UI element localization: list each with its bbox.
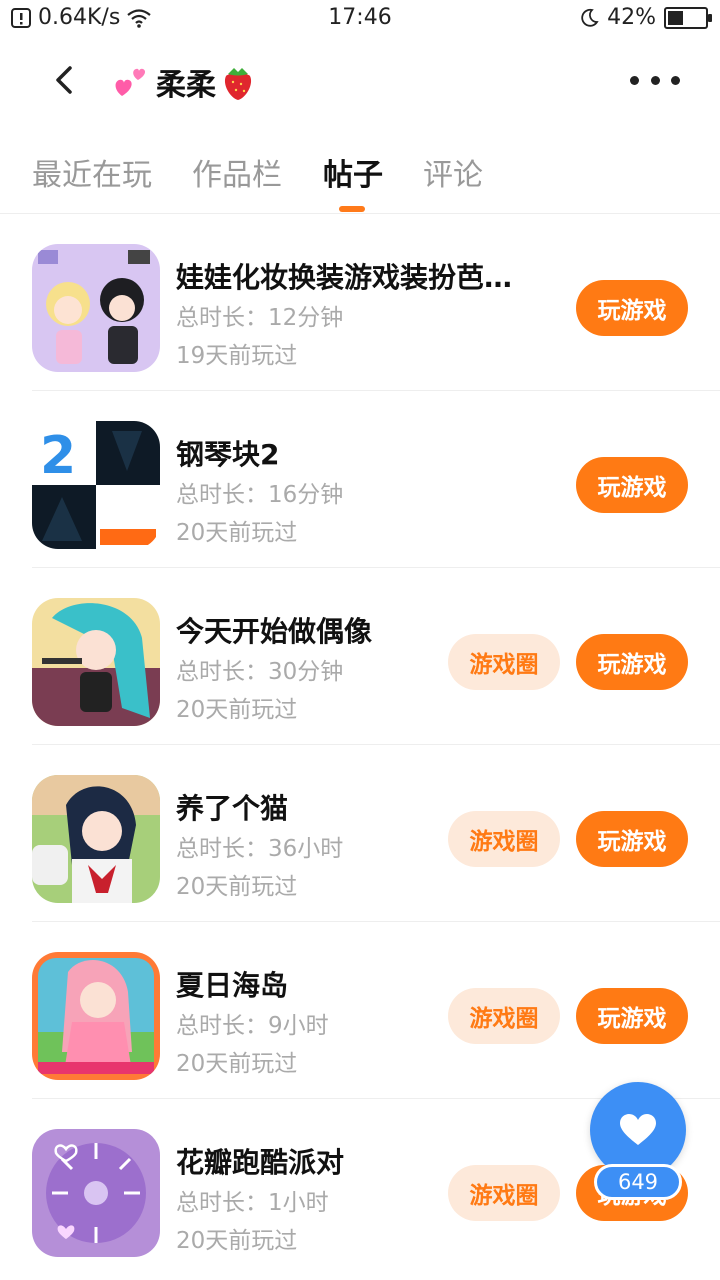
tab-bar: 最近在玩 作品栏 帖子 评论 [0,124,720,214]
game-circle-button[interactable]: 游戏圈 [448,1165,560,1221]
tab-indicator [339,206,365,212]
moon-icon [581,8,599,27]
back-arrow-icon [56,66,72,94]
list-item[interactable]: 夏日海岛 总时长：9小时 20天前玩过 游戏圈 玩游戏 [0,922,720,1099]
more-icon-dot [650,75,660,85]
last-played: 20天前玩过 [176,697,298,723]
tab-recent[interactable]: 最近在玩 [32,150,152,194]
last-played: 20天前玩过 [176,1228,298,1254]
last-played: 20天前玩过 [176,520,298,546]
hearts-emoji-icon [115,68,146,96]
page-title: 柔柔 [112,60,256,104]
play-duration: 总时长：36小时 [176,836,344,862]
play-game-button[interactable]: 玩游戏 [576,634,688,690]
play-game-button[interactable]: 玩游戏 [576,280,688,336]
list-item[interactable]: 今天开始做偶像 总时长：30分钟 20天前玩过 游戏圈 玩游戏 [0,568,720,745]
game-icon [32,244,160,372]
game-icon: 2 [32,421,160,549]
play-game-button[interactable]: 玩游戏 [576,457,688,513]
game-icon [32,598,160,726]
game-icon [32,1129,160,1257]
last-played: 19天前玩过 [176,343,298,369]
like-count: 649 [594,1164,682,1200]
play-duration: 总时长：30分钟 [176,659,344,685]
game-circle-button[interactable]: 游戏圈 [448,988,560,1044]
play-duration: 总时长：9小时 [176,1013,329,1039]
game-name: 钢琴块2 [176,438,280,471]
play-game-button[interactable]: 玩游戏 [576,811,688,867]
battery-percent: 42% [607,5,656,30]
status-right: 42% [579,5,712,30]
strawberry-emoji-icon [224,68,252,100]
list-item[interactable]: 2 钢琴块2 总时长：16分钟 20天前玩过 玩游戏 [0,391,720,568]
status-bar: 0.64K/s 17:46 42% [0,0,720,40]
play-duration: 总时长：12分钟 [176,305,344,331]
list-item[interactable]: 娃娃化妆换装游戏装扮芭比... 总时长：12分钟 19天前玩过 玩游戏 [0,214,720,391]
game-icon [32,775,160,903]
game-circle-button[interactable]: 游戏圈 [448,811,560,867]
play-duration: 总时长：16分钟 [176,482,344,508]
tab-posts[interactable]: 帖子 [323,150,383,194]
play-game-button[interactable]: 玩游戏 [576,988,688,1044]
battery-icon [664,6,712,29]
title-text: 柔柔 [156,68,216,103]
game-icon [32,952,160,1080]
play-duration: 总时长：1小时 [176,1190,329,1216]
game-circle-button[interactable]: 游戏圈 [448,634,560,690]
last-played: 20天前玩过 [176,874,298,900]
more-icon-dot [671,75,680,85]
game-name: 娃娃化妆换装游戏装扮芭比... [176,261,536,294]
tab-comments[interactable]: 评论 [423,150,483,194]
header: 柔柔 [0,40,720,124]
more-button[interactable] [630,68,680,92]
heart-icon [620,1114,656,1145]
svg-text:2: 2 [40,426,76,486]
back-button[interactable] [44,58,84,102]
list-item[interactable]: 养了个猫 总时长：36小时 20天前玩过 游戏圈 玩游戏 [0,745,720,922]
tab-works[interactable]: 作品栏 [192,150,282,194]
last-played: 20天前玩过 [176,1051,298,1077]
more-icon-dot [630,75,639,85]
